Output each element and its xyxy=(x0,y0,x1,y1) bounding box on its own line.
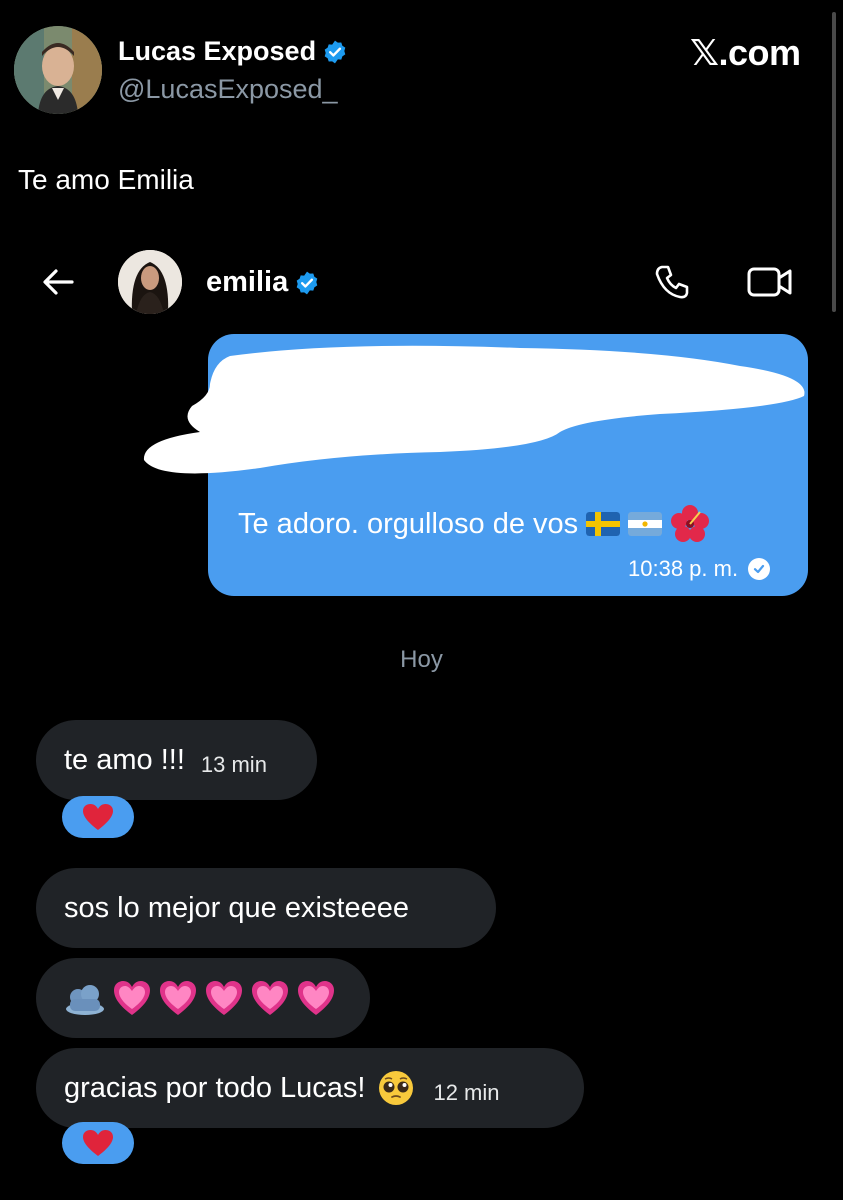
received-message-bubble[interactable]: sos lo mejor que existeeee xyxy=(36,868,496,948)
phone-icon[interactable] xyxy=(652,262,692,302)
back-arrow-icon[interactable] xyxy=(38,262,78,302)
contact-name-text[interactable]: emilia xyxy=(206,266,288,299)
heart-reaction[interactable] xyxy=(62,1122,134,1164)
author-avatar[interactable] xyxy=(14,26,102,114)
sent-message-text-row: Te adoro. orgulloso de vos xyxy=(238,504,710,544)
received-message-bubble[interactable]: te amo !!! 13 min xyxy=(36,720,317,800)
video-camera-icon[interactable] xyxy=(746,264,794,300)
contact-avatar[interactable] xyxy=(118,250,182,314)
sent-message-time: 10:38 p. m. xyxy=(628,556,739,581)
sweden-flag-icon xyxy=(586,512,621,536)
emoji-row xyxy=(64,979,336,1017)
scrollbar[interactable] xyxy=(832,12,836,312)
verified-badge-icon xyxy=(296,271,318,294)
redaction-scribble xyxy=(143,345,805,474)
pleading-face-icon xyxy=(379,1071,414,1105)
received-message-bubble[interactable]: gracias por todo Lucas! 12 min xyxy=(36,1048,584,1128)
verified-badge-icon xyxy=(324,40,346,63)
red-heart-icon xyxy=(83,1130,113,1156)
message-time: 12 min xyxy=(433,1080,500,1105)
site-logo: 𝕏.com xyxy=(690,32,801,73)
contact-name[interactable]: emilia xyxy=(206,266,320,299)
pink-heart-icon xyxy=(160,981,196,1015)
pink-heart-icon xyxy=(206,981,242,1015)
hibiscus-icon xyxy=(671,505,710,542)
message-text: gracias por todo Lucas! xyxy=(64,1071,366,1104)
author-name-text[interactable]: Lucas Exposed xyxy=(118,36,316,67)
sent-message-text: Te adoro. orgulloso de vos xyxy=(238,507,579,540)
pink-heart-icon xyxy=(114,981,150,1015)
pink-heart-icon xyxy=(252,981,288,1015)
day-separator: Hoy xyxy=(400,646,443,673)
cloud-sticker-icon xyxy=(66,985,104,1015)
read-check-icon xyxy=(748,558,771,580)
message-text: sos lo mejor que existeeee xyxy=(64,891,409,924)
sent-message-meta: 10:38 p. m. xyxy=(628,556,771,582)
received-message-bubble[interactable] xyxy=(36,958,370,1038)
red-heart-icon xyxy=(83,804,113,830)
pink-heart-icon xyxy=(298,981,334,1015)
argentina-flag-icon xyxy=(628,512,663,536)
heart-reaction[interactable] xyxy=(62,796,134,838)
tweet-text: Te amo Emilia xyxy=(18,164,194,195)
author-handle[interactable]: @LucasExposed_ xyxy=(118,74,338,105)
message-time: 13 min xyxy=(200,752,267,777)
author-name[interactable]: Lucas Exposed xyxy=(118,36,348,67)
message-text: te amo !!! xyxy=(64,743,185,776)
